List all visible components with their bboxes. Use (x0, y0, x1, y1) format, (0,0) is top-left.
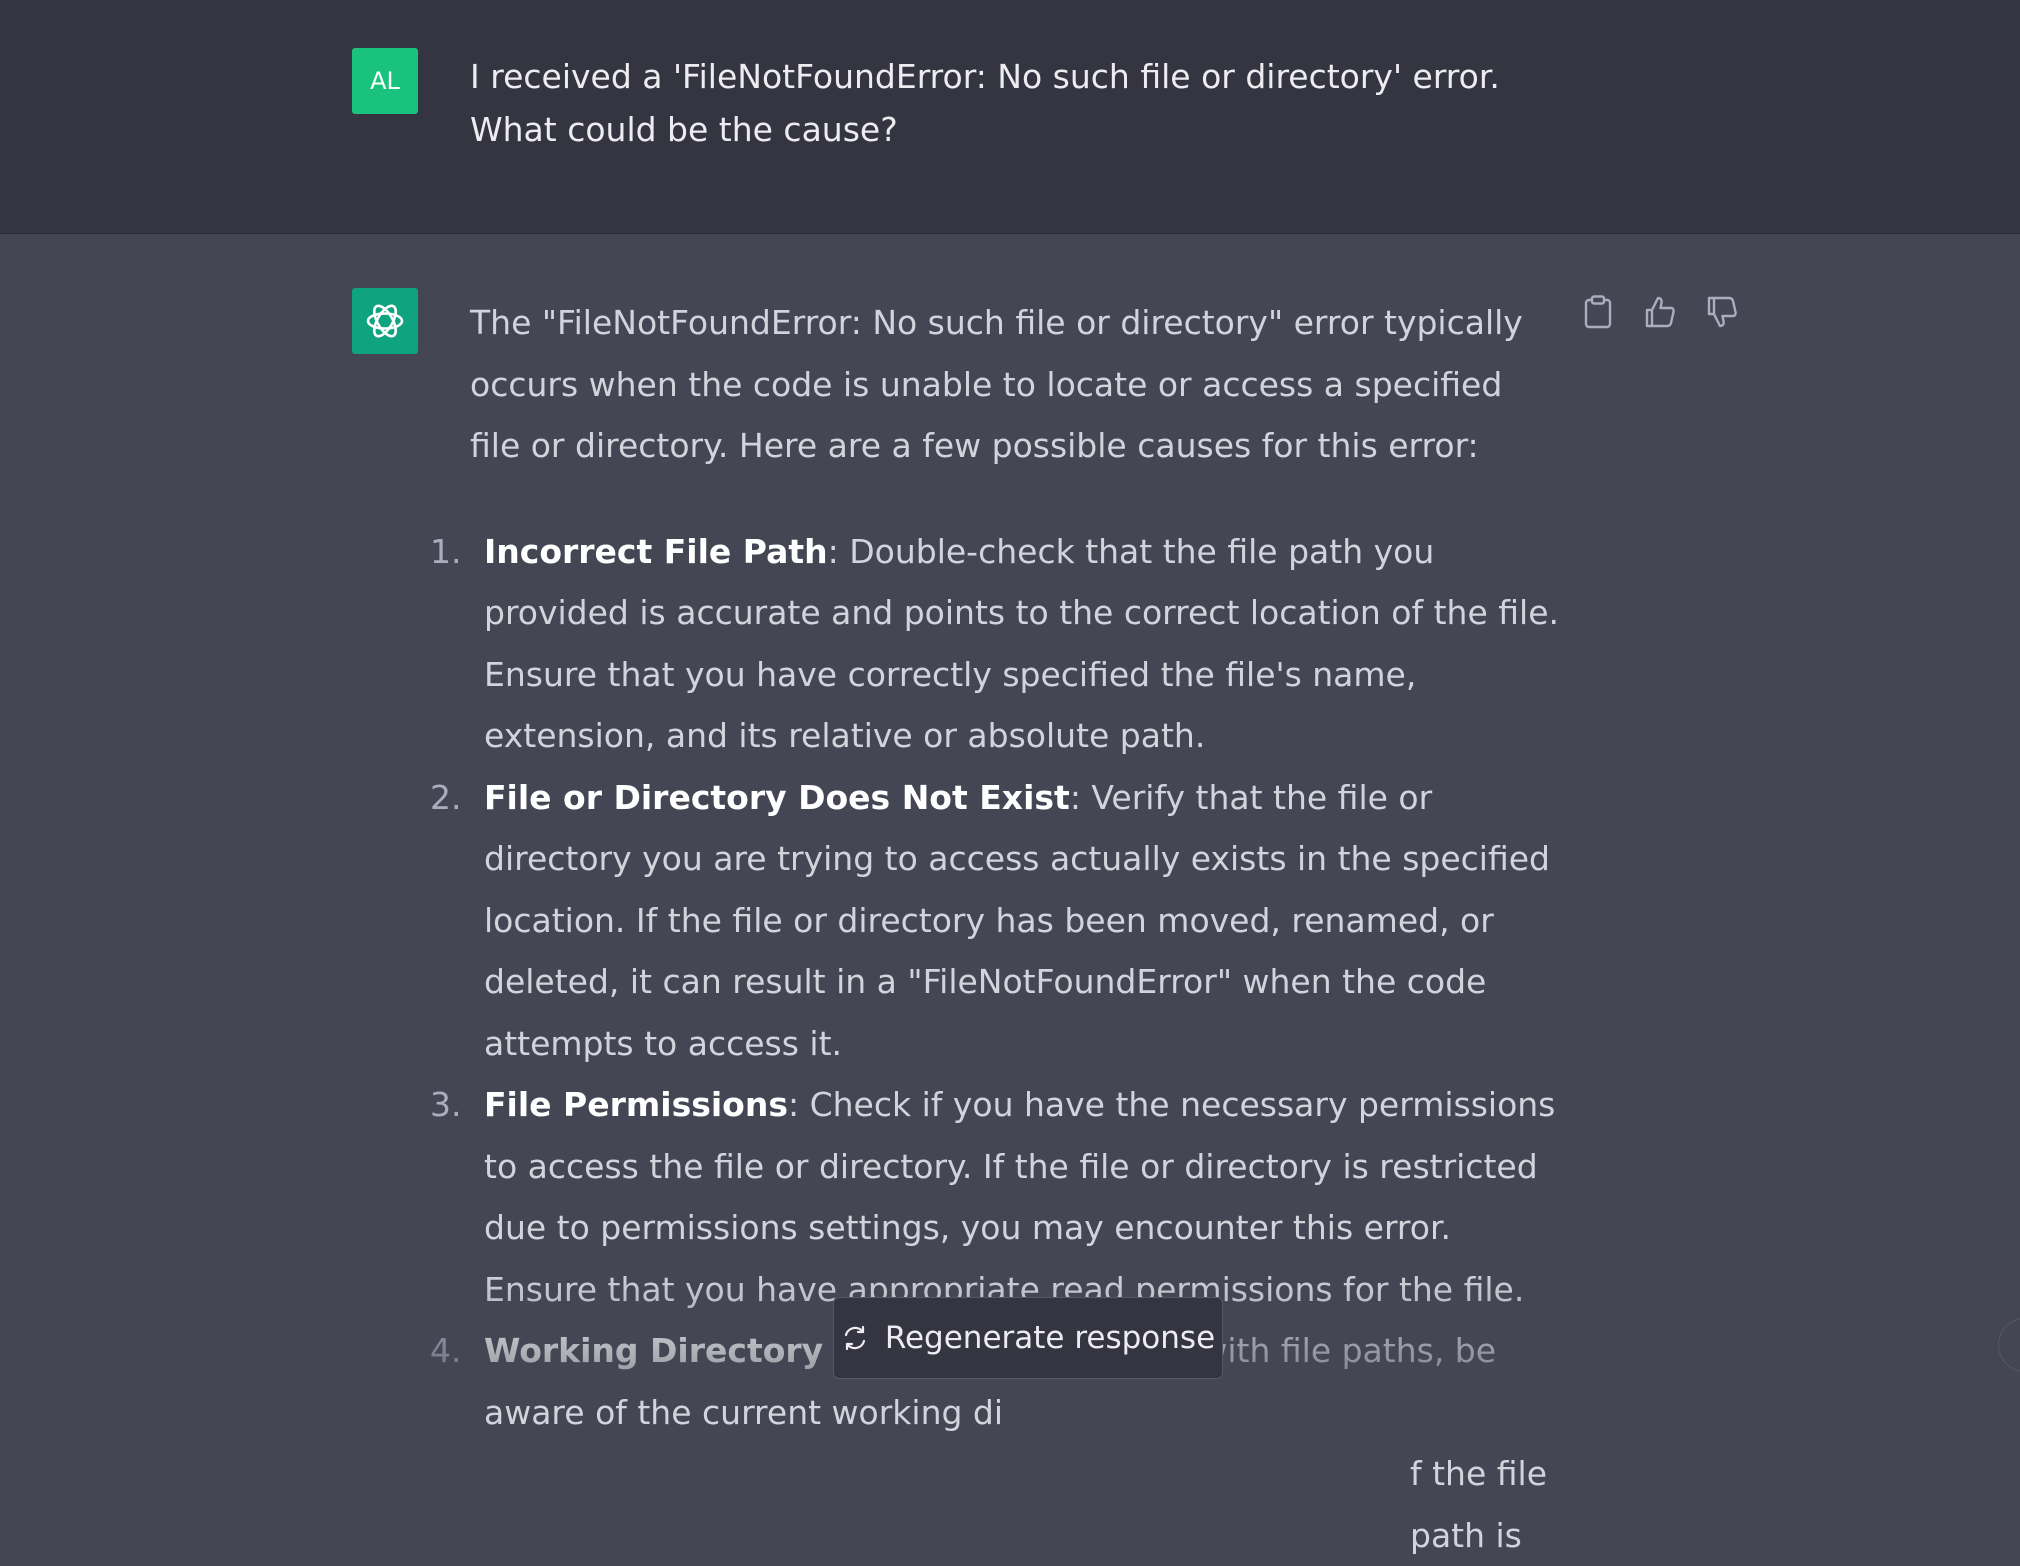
thumbs-down-button[interactable] (1704, 294, 1740, 330)
message-actions (1580, 294, 1740, 330)
assistant-message-row: The "FileNotFoundError: No such file or … (0, 234, 2020, 1377)
list-item-title: File Permissions (484, 1085, 788, 1124)
thumbs-up-icon (1643, 295, 1677, 329)
openai-logo-icon (362, 298, 408, 344)
assistant-avatar (352, 288, 418, 354)
user-avatar-initials: AL (370, 67, 400, 95)
user-avatar: AL (352, 48, 418, 114)
thumbs-up-button[interactable] (1642, 294, 1678, 330)
causes-list: 1.Incorrect File Path: Double-check that… (470, 521, 1560, 1566)
user-message-row: AL I received a 'FileNotFoundError: No s… (0, 0, 2020, 234)
list-item-number: 3. (430, 1074, 462, 1136)
regenerate-response-button[interactable]: Regenerate response (833, 1297, 1223, 1379)
list-item-title: Incorrect File Path (484, 532, 828, 571)
refresh-icon (841, 1324, 869, 1352)
user-message-text: I received a 'FileNotFoundError: No such… (470, 50, 1550, 156)
list-item-number: 2. (430, 767, 462, 829)
list-item-number: 1. (430, 521, 462, 583)
list-item: 3.File Permissions: Check if you have th… (470, 1074, 1560, 1320)
list-item: 2.File or Directory Does Not Exist: Veri… (470, 767, 1560, 1075)
list-item-number: 4. (430, 1320, 462, 1382)
copy-button[interactable] (1580, 294, 1616, 330)
regenerate-label: Regenerate response (885, 1320, 1215, 1356)
answer-intro: The "FileNotFoundError: No such file or … (470, 292, 1560, 477)
list-item-text: : Verify that the file or directory you … (484, 778, 1550, 1063)
list-item-text: f the file path is (1410, 1454, 1547, 1555)
thumbs-down-icon (1705, 295, 1739, 329)
list-item-continuation: f the file path is (470, 1443, 1560, 1566)
clipboard-icon (1583, 295, 1613, 329)
list-item-title: File or Directory Does Not Exist (484, 778, 1070, 817)
list-item: 1.Incorrect File Path: Double-check that… (470, 521, 1560, 767)
